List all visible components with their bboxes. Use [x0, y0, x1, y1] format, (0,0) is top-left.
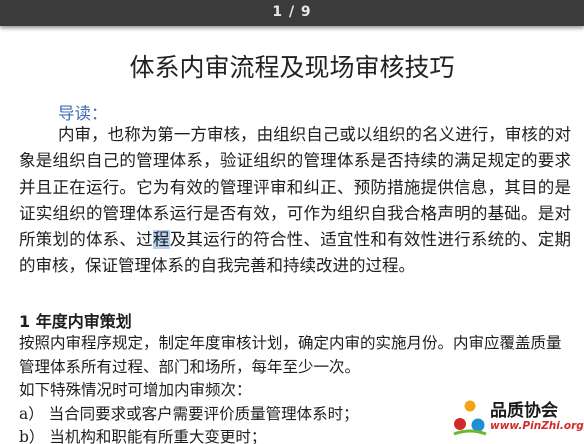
intro-paragraph: 内审，也称为第一方审核，由组织自己或以组织的名义进行，审核的对象是组织自己的管理…	[19, 122, 571, 280]
document-title: 体系内审流程及现场审核技巧	[129, 53, 455, 82]
section-paragraph: 按照内审程序规定，制定年度审核计划，确定内审的实施月份。内审应覆盖质量管理体系所…	[19, 334, 562, 376]
intro-label: 导读：	[58, 104, 108, 123]
watermark-url: www.PinZhi.org	[490, 420, 584, 432]
text-selection-highlight[interactable]: 程	[152, 230, 170, 250]
viewer-toolbar: 1 / 9	[0, 0, 584, 26]
pinzhi-logo-icon	[453, 400, 487, 436]
watermark-name: 品质协会	[490, 401, 558, 421]
document-page[interactable]: 体系内审流程及现场审核技巧 导读： 内审，也称为第一方审核，由组织自己或以组织的…	[0, 26, 584, 444]
watermark: 品质协会 www.PinZhi.org	[450, 396, 584, 440]
section-heading: 1 年度内审策划	[19, 312, 132, 331]
page-indicator: 1 / 9	[272, 4, 312, 20]
